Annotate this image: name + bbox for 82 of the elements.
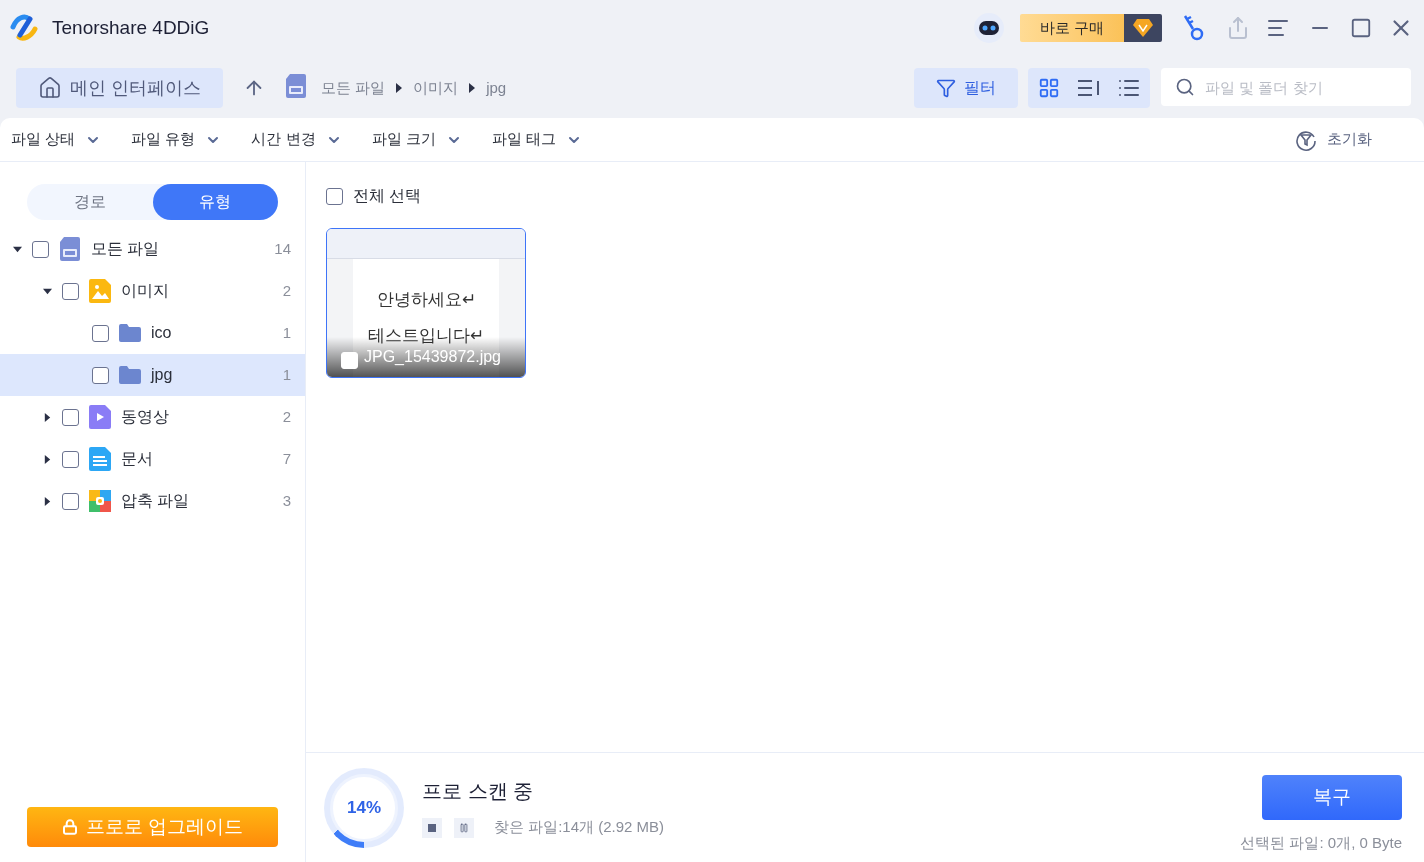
document-icon [89, 447, 111, 471]
checkbox[interactable] [92, 324, 109, 342]
tree-item[interactable]: 문서 7 [0, 438, 305, 480]
tree-item[interactable]: 이미지 2 [0, 270, 305, 312]
checkbox[interactable] [62, 492, 79, 510]
preview-text: 테스트입니다↵ [368, 324, 484, 347]
pause-icon [459, 822, 469, 833]
caret-right-icon [468, 83, 477, 93]
tree-item[interactable]: 압축 파일 3 [0, 480, 305, 522]
filter-button[interactable]: 필터 [914, 68, 1018, 108]
filter-dropdown[interactable]: 파일 크기 [371, 128, 462, 151]
file-name: JPG_15439872.jpg [364, 347, 501, 367]
detail-view-icon [1077, 79, 1101, 97]
progress-percent: 14% [347, 796, 381, 819]
item-count: 2 [282, 280, 291, 301]
caret-right-icon [395, 83, 404, 93]
image-icon [89, 279, 111, 303]
tree-item-label: 문서 [121, 449, 154, 469]
grid-view-icon [1038, 77, 1060, 99]
item-count: 14 [274, 238, 291, 259]
item-count: 2 [282, 406, 291, 427]
caret-right-icon[interactable] [42, 412, 52, 422]
item-count: 3 [282, 490, 291, 511]
tree-item-label: ico [151, 323, 173, 343]
tree-item-label: 모든 파일 [91, 239, 161, 259]
stop-button[interactable] [422, 817, 442, 838]
caret-right-icon[interactable] [42, 454, 52, 464]
selected-files-text: 선택된 파일: 0개, 0 Byte [1240, 832, 1402, 853]
item-count: 1 [282, 364, 291, 385]
recover-button[interactable]: 복구 [1262, 774, 1402, 820]
home-button[interactable]: 메인 인터페이스 [16, 68, 223, 108]
item-count: 1 [282, 322, 291, 343]
checkbox[interactable] [62, 450, 79, 468]
tree-item-label: 동영상 [121, 407, 170, 427]
tree-item[interactable]: jpg 1 [0, 354, 305, 396]
item-count: 7 [282, 448, 291, 469]
filter-dropdown[interactable]: 시간 변경 [251, 128, 342, 151]
robot-icon[interactable] [971, 11, 1006, 45]
filter-dropdown[interactable]: 파일 태그 [491, 128, 582, 151]
sidebar-tab[interactable]: 경로 [27, 184, 153, 220]
tree-item-label: 이미지 [121, 281, 170, 301]
maximize-icon[interactable] [1350, 17, 1372, 39]
tree-item-label: 압축 파일 [121, 491, 191, 511]
sidebar-tab[interactable]: 유형 [152, 184, 278, 220]
app-title: Tenorshare 4DDiG [52, 15, 210, 40]
breadcrumb-item[interactable]: 모든 파일 [321, 76, 386, 100]
folder-icon [119, 366, 141, 384]
checkbox[interactable] [92, 366, 109, 384]
home-icon [38, 76, 62, 100]
search-icon [1175, 77, 1195, 97]
checkbox[interactable] [62, 408, 79, 426]
stop-icon [428, 823, 436, 832]
checkbox[interactable] [32, 240, 49, 258]
lock-icon [61, 819, 78, 835]
tree-item[interactable]: ico 1 [0, 312, 305, 354]
file-thumbnail[interactable]: 안녕하세요↵ 테스트입니다↵ JPG_15439872.jpg [326, 228, 526, 378]
folder-icon [119, 324, 141, 342]
breadcrumb-item[interactable]: 이미지 [413, 76, 459, 100]
sd-card-icon [285, 74, 307, 98]
pause-button[interactable] [454, 817, 474, 838]
scan-title: 프로 스캔 중 [422, 779, 535, 805]
select-all-label: 전체 선택 [353, 186, 422, 206]
diamond-icon [1133, 19, 1153, 37]
reset-button[interactable]: 초기화 [1295, 128, 1372, 151]
preview-text: 안녕하세요↵ [376, 289, 476, 311]
sd-card-icon [59, 237, 81, 261]
tree-item[interactable]: 동영상 2 [0, 396, 305, 438]
checkbox[interactable] [62, 282, 79, 300]
caret-down-icon[interactable] [12, 244, 22, 254]
filter-dropdown[interactable]: 파일 상태 [11, 128, 102, 151]
filter-dropdown[interactable]: 파일 유형 [131, 128, 222, 151]
filter-reset-icon [1295, 128, 1317, 151]
archive-icon [89, 490, 111, 512]
filter-icon [936, 78, 956, 98]
tree-item[interactable]: 모든 파일 14 [0, 228, 305, 270]
found-files-text: 찾은 파일:14개 (2.92 MB) [494, 817, 665, 838]
tree-item-label: jpg [151, 365, 174, 385]
video-icon [89, 405, 111, 429]
checkbox[interactable] [326, 187, 343, 205]
caret-down-icon[interactable] [42, 286, 52, 296]
search-field[interactable]: 파일 및 폴더 찾기 [1161, 68, 1411, 106]
caret-right-icon[interactable] [42, 496, 52, 506]
